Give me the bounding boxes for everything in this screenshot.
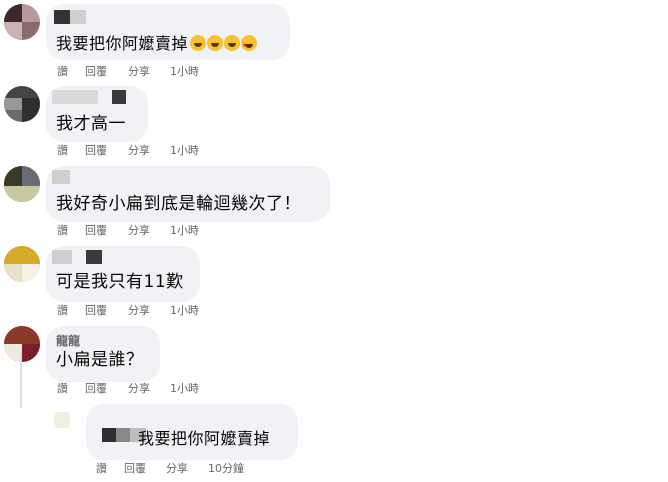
avatar[interactable]: [4, 246, 40, 282]
comment-text: 我才高一: [56, 114, 126, 134]
comment-actions: 讚 回覆 分享 1小時: [57, 144, 199, 158]
timestamp[interactable]: 1小時: [170, 224, 199, 238]
thread-connector: [20, 350, 22, 408]
share-link[interactable]: 分享: [166, 462, 208, 476]
timestamp[interactable]: 1小時: [170, 382, 199, 396]
timestamp[interactable]: 10分鐘: [208, 462, 244, 476]
reply-link[interactable]: 回覆: [85, 304, 128, 318]
emoji-group: [190, 34, 258, 56]
share-link[interactable]: 分享: [128, 304, 170, 318]
share-link[interactable]: 分享: [128, 144, 170, 158]
like-link[interactable]: 讚: [57, 144, 85, 158]
timestamp[interactable]: 1小時: [170, 304, 199, 318]
comment-text: 我要把你阿嬤賣掉: [56, 34, 258, 56]
share-link[interactable]: 分享: [128, 224, 170, 238]
blurred-author-name[interactable]: [52, 250, 102, 264]
reply-link[interactable]: 回覆: [85, 224, 128, 238]
comment-actions: 讚 回覆 分享 1小時: [57, 382, 199, 396]
comment-text: 可是我只有11歎: [56, 272, 184, 292]
share-link[interactable]: 分享: [128, 382, 170, 396]
author-name[interactable]: 龍龍: [56, 334, 80, 348]
rolling-laugh-emoji: [224, 35, 241, 51]
reply-link[interactable]: 回覆: [124, 462, 166, 476]
comment-actions: 讚 回覆 分享 1小時: [57, 65, 199, 79]
comment-text: 我好奇小扁到底是輪迴幾次了！: [56, 194, 301, 214]
comment-actions: 讚 回覆 分享 1小時: [57, 304, 199, 318]
reply-text: 我要把你阿嬤賣掉: [138, 429, 271, 448]
timestamp[interactable]: 1小時: [170, 65, 199, 79]
star-struck-emoji: [241, 35, 258, 56]
reply-actions: 讚 回覆 分享 10分鐘: [96, 462, 244, 476]
comment-bubble: 我才高一: [46, 86, 148, 142]
comment-bubble: 可是我只有11歎: [46, 246, 200, 302]
comment-text: 小扁是誰？: [56, 350, 144, 370]
rolling-laugh-emoji: [207, 35, 224, 51]
comment-bubble: 我要把你阿嬤賣掉: [46, 4, 290, 60]
blurred-author-name[interactable]: [52, 90, 126, 104]
avatar[interactable]: [4, 326, 40, 362]
share-link[interactable]: 分享: [128, 65, 170, 79]
like-link[interactable]: 讚: [57, 304, 85, 318]
avatar[interactable]: [4, 86, 40, 122]
reply-bubble: 我要把你阿嬤賣掉: [86, 404, 298, 460]
reply-link[interactable]: 回覆: [85, 65, 128, 79]
reply-link[interactable]: 回覆: [85, 382, 128, 396]
avatar[interactable]: [4, 4, 40, 40]
like-link[interactable]: 讚: [96, 462, 124, 476]
comment-bubble: 我好奇小扁到底是輪迴幾次了！: [46, 166, 330, 222]
rolling-laugh-emoji: [190, 35, 207, 51]
like-link[interactable]: 讚: [57, 65, 85, 79]
reply-avatar[interactable]: [54, 412, 70, 428]
like-link[interactable]: 讚: [57, 382, 85, 396]
comment-bubble: 龍龍 小扁是誰？: [46, 326, 160, 382]
comment-actions: 讚 回覆 分享 1小時: [57, 224, 199, 238]
avatar[interactable]: [4, 166, 40, 202]
timestamp[interactable]: 1小時: [170, 144, 199, 158]
blurred-author-name[interactable]: [54, 10, 86, 24]
like-link[interactable]: 讚: [57, 224, 85, 238]
reply-link[interactable]: 回覆: [85, 144, 128, 158]
blurred-author-name[interactable]: [52, 170, 70, 184]
